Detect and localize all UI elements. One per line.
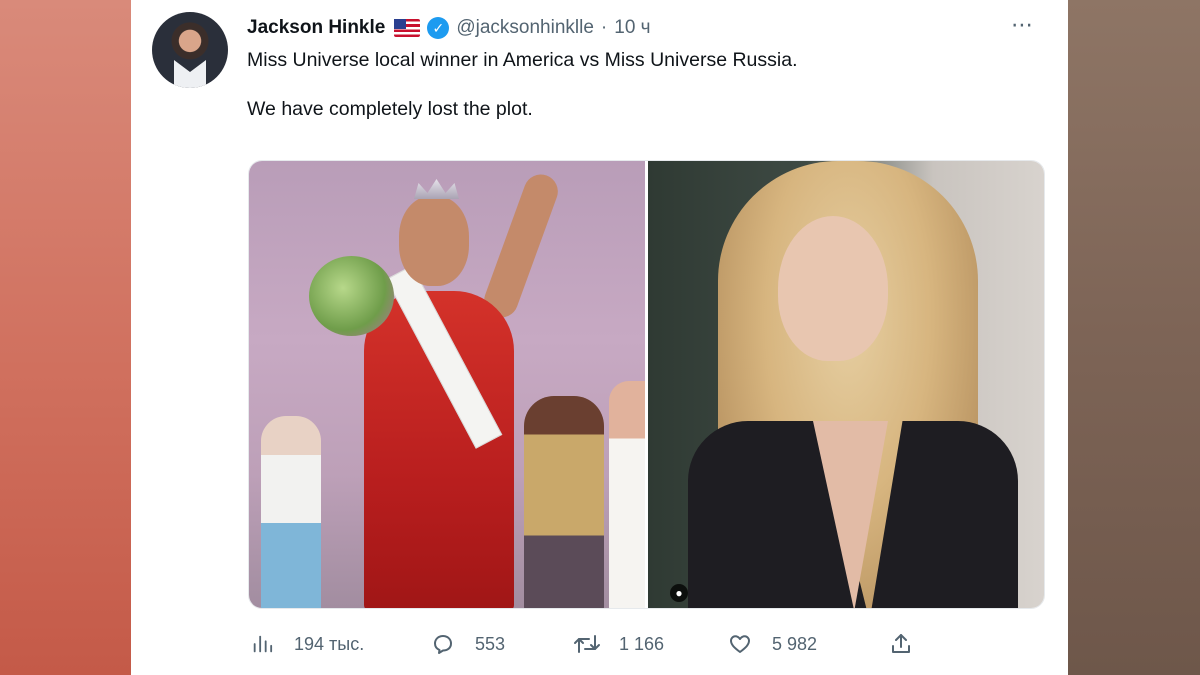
photo-figure <box>524 396 604 608</box>
photo-portrait[interactable]: ● <box>648 161 1044 608</box>
tweet-text: Miss Universe local winner in America vs… <box>247 48 1037 146</box>
photo-figure-head <box>399 196 469 286</box>
photo-crown <box>414 179 459 199</box>
verified-icon: ✓ <box>427 17 450 39</box>
retweet-icon <box>573 630 601 658</box>
action-bar: 194 тыс. 553 1 166 5 982 <box>248 628 1048 660</box>
time-separator: · <box>600 17 608 38</box>
media-grid: ● <box>248 160 1045 609</box>
retweet-button[interactable]: 1 166 <box>573 628 664 660</box>
photo-figure <box>261 416 321 608</box>
like-button[interactable]: 5 982 <box>726 628 817 660</box>
photo-pageant-winner[interactable] <box>249 161 645 608</box>
background-left <box>0 0 131 675</box>
share-icon <box>887 630 915 658</box>
views-button[interactable]: 194 тыс. <box>248 628 364 660</box>
camera-icon[interactable]: ● <box>670 584 688 602</box>
tweet-text-line-2: We have completely lost the plot. <box>247 98 533 120</box>
photo-face <box>778 216 888 361</box>
tweet-time[interactable]: 10 ч <box>614 17 650 39</box>
likes-count: 5 982 <box>772 633 818 654</box>
tweet-header: Jackson Hinkle ✓ @jacksonhinklle · 10 ч <box>247 14 651 42</box>
author-name[interactable]: Jackson Hinkle <box>247 17 385 39</box>
more-icon[interactable]: ⋯ <box>1011 12 1034 38</box>
like-icon <box>726 630 754 658</box>
photo-figure-arm <box>479 169 563 323</box>
photo-bouquet <box>309 256 394 336</box>
retweets-count: 1 166 <box>619 633 665 654</box>
avatar[interactable] <box>152 12 228 88</box>
reply-icon <box>429 630 457 658</box>
background-right <box>1068 0 1200 675</box>
avatar-shirt <box>174 60 206 88</box>
views-count: 194 тыс. <box>294 633 365 654</box>
author-handle[interactable]: @jacksonhinklle <box>456 17 594 39</box>
replies-count: 553 <box>475 633 506 654</box>
photo-figure <box>609 381 645 608</box>
tweet-text-line-1: Miss Universe local winner in America vs… <box>247 49 798 71</box>
reply-button[interactable]: 553 <box>429 628 505 660</box>
tweet-card: Jackson Hinkle ✓ @jacksonhinklle · 10 ч … <box>131 0 1068 675</box>
share-button[interactable] <box>887 628 915 660</box>
views-icon <box>248 630 276 658</box>
us-flag-icon <box>394 19 421 37</box>
